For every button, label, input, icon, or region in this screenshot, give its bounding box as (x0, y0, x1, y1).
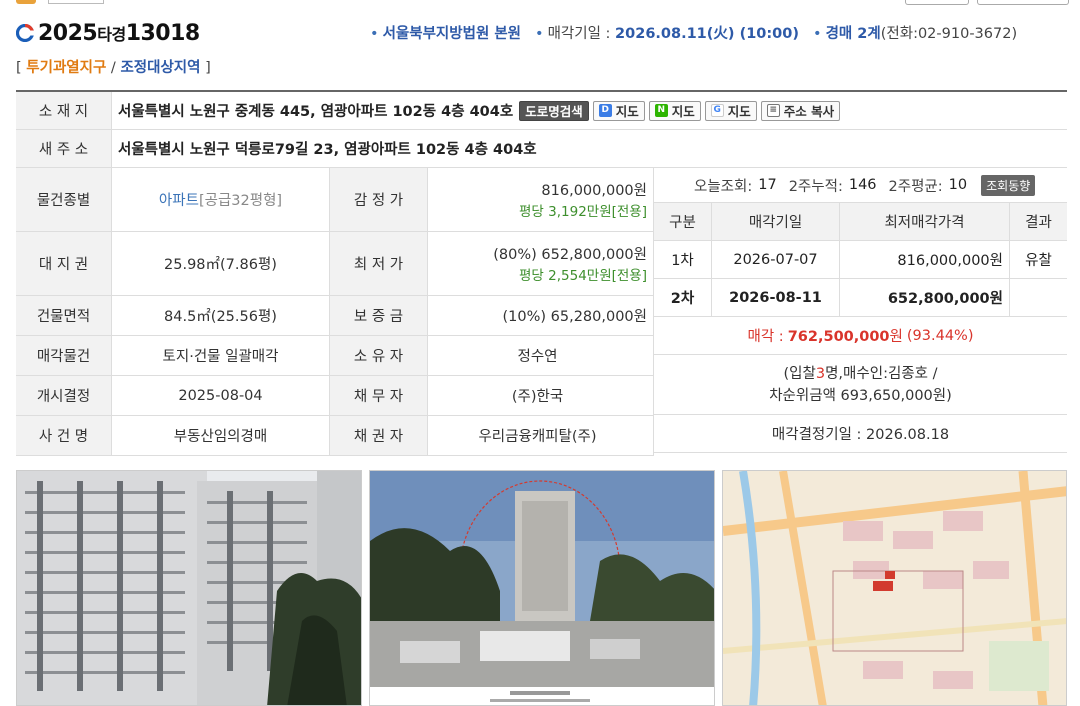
detail-row: 사 건 명 부동산임의경매 채 권 자 우리금융캐피탈(주) (16, 416, 654, 456)
toolbar-tab-edge (48, 0, 104, 4)
street-photo[interactable] (369, 470, 715, 706)
view-trend-button[interactable]: 조회동향 (981, 174, 1036, 196)
case-header: 2025타경13018 (16, 18, 200, 48)
property-type-link[interactable]: 아파트 (159, 189, 199, 210)
top-toolbar-edge (0, 0, 1080, 6)
owner: 정수연 (517, 349, 558, 365)
toolbar-button-edge[interactable] (977, 0, 1069, 5)
court-logo-icon (16, 24, 34, 42)
zone-speculation-overheated: 투기과열지구 (26, 60, 107, 76)
daum-icon: D (598, 104, 612, 117)
debtor: (주)한국 (511, 389, 564, 405)
new-address-row: 새 주 소 서울특별시 노원구 덕릉로79길 23, 염광아파트 102동 4층… (16, 130, 1067, 168)
round-table: 구분 매각기일 최저매각가격 결과 1차 2026-07-07 816,000,… (654, 202, 1067, 317)
table-row: 2차 2026-08-11 652,800,000원 (654, 279, 1067, 317)
map-image[interactable] (722, 470, 1067, 706)
case-number: 2025타경13018 (38, 20, 200, 46)
detail-row: 매각물건 토지·건물 일괄매각 소 유 자 정수연 (16, 336, 654, 376)
round-table-header: 구분 매각기일 최저매각가격 결과 (654, 203, 1067, 241)
court-name[interactable]: 서울북부지방법원 본원 (383, 26, 521, 42)
photo-gallery (16, 470, 1067, 706)
court-info: • 서울북부지방법원 본원 • 매각기일 : 2026.08.11(火) (10:0… (370, 26, 1018, 42)
new-address-value: 서울특별시 노원구 덕릉로79길 23, 염광아파트 102동 4층 404호 (118, 142, 537, 158)
minimum-price: (80%) 652,800,000원 (493, 247, 647, 263)
road-name-search-button[interactable]: 도로명검색 (519, 100, 589, 121)
sale-result: 매각 :762,500,000원 (93.44%) (654, 317, 1067, 355)
sale-date: 2026.08.11(火) (10:00) (615, 26, 799, 42)
address-value: 서울특별시 노원구 중계동 445, 염광아파트 102동 4층 404호 도로… (112, 92, 841, 129)
address-row: 소 재 지 서울특별시 노원구 중계동 445, 염광아파트 102동 4층 4… (16, 92, 1067, 130)
table-row: 1차 2026-07-07 816,000,000원 유찰 (654, 241, 1067, 279)
copy-address-button[interactable]: ≡ 주소 복사 (760, 100, 841, 121)
sale-rate: (93.44%) (906, 327, 974, 344)
daum-map-button[interactable]: D 지도 (592, 100, 645, 121)
google-map-button[interactable]: G 지도 (704, 100, 757, 121)
zone-tags: [ 투기과열지구 / 조정대상지역 ] (16, 60, 211, 76)
new-address-label: 새 주 소 (16, 130, 112, 167)
detail-row: 개시결정 2025-08-04 채 무 자 (주)한국 (16, 376, 654, 416)
creditor: 우리금융캐피탈(주) (478, 429, 597, 445)
naver-map-button[interactable]: N 지도 (648, 100, 701, 121)
deposit: (10%) 65,280,000원 (502, 309, 647, 325)
property-details: 물건종별 아파트 [공급32평형] 감 정 가 816,000,000원 평당 3,… (16, 168, 654, 456)
sale-decision-date: 매각결정기일 : 2026.08.18 (654, 415, 1067, 453)
auction-history: 오늘조회: 17 2주누적: 146 2주평균: 10 조회동향 구분 매각기일 최저… (654, 168, 1067, 453)
detail-row: 대 지 권 25.98㎡(7.86평) 최 저 가 (80%) 652,800,… (16, 232, 654, 296)
sale-price: 762,500,000 (787, 329, 890, 345)
detail-row: 건물면적 84.5㎡(25.56평) 보 증 금 (10%) 65,280,00… (16, 296, 654, 336)
google-icon: G (710, 104, 724, 117)
court-phone: (전화:02-910-3672) (880, 26, 1018, 42)
naver-icon: N (654, 104, 668, 117)
toolbar-tab-edge (16, 0, 36, 4)
view-stats: 오늘조회: 17 2주누적: 146 2주평균: 10 조회동향 (654, 168, 1067, 202)
copy-icon: ≡ (766, 104, 780, 117)
bidder-info: (입찰3명,매수인:김종호 / 차순위금액 693,650,000원) (654, 355, 1067, 415)
zone-adjustment-target: 조정대상지역 (120, 60, 201, 76)
building-photo[interactable] (16, 470, 362, 706)
court-department: 경매 2계 (825, 26, 881, 42)
address-label: 소 재 지 (16, 92, 112, 129)
case-detail-table: 소 재 지 서울특별시 노원구 중계동 445, 염광아파트 102동 4층 4… (16, 90, 1067, 458)
detail-row: 물건종별 아파트 [공급32평형] 감 정 가 816,000,000원 평당 3,… (16, 168, 654, 232)
toolbar-button-edge[interactable] (905, 0, 969, 5)
appraisal-price: 816,000,000원 (541, 183, 647, 199)
